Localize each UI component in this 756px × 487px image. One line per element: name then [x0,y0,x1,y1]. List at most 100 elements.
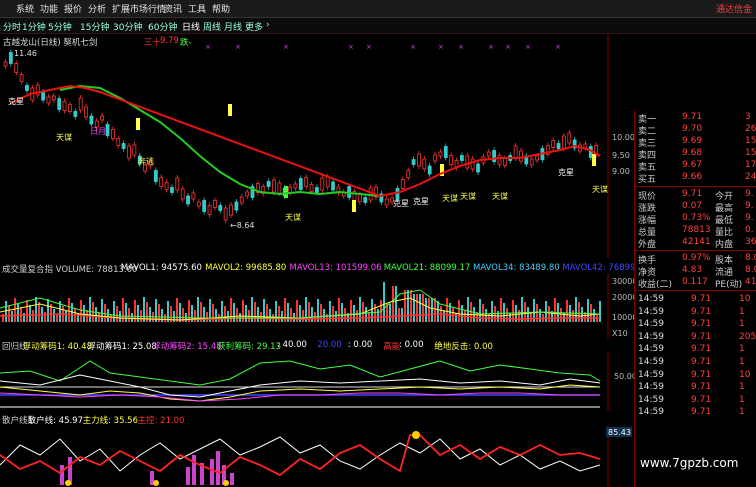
candlestick-chart[interactable]: × × × × × × × × × × × × 10.00 9.50 9.00 11.46 ←8… [0,34,634,258]
tab-30min[interactable]: 30分钟 [113,20,142,33]
tab-1min[interactable]: 1分钟 [22,20,46,33]
menu-item-quote[interactable]: 报价 [64,2,82,15]
volume-bar [245,305,247,322]
volume-bar [413,294,415,322]
price-axis-label: 10.00 [612,133,634,142]
volume-bar [176,298,178,322]
tab-5min[interactable]: 5分钟 [48,20,72,33]
indicator-header-item: : 0.00 [347,340,373,350]
tick-p: 9.71 [691,407,712,418]
annotation-label: 克星 [558,168,574,177]
order-book-row: 卖四 9.68 15 [635,148,756,161]
candle-body [68,104,72,112]
candle-body [41,91,45,101]
retail-axis-label: 85.43 [608,428,631,437]
candle-body [180,188,185,200]
quote-v: 4.83 [682,265,703,275]
candle-body [497,155,502,165]
volume-bar [443,311,445,322]
menu-item-tools[interactable]: 工具 [188,2,206,15]
quote-v2: 9. [745,201,754,211]
quote-v: 0.07 [682,201,703,211]
volume-bar [461,305,463,322]
indicator-header-item: : 40.00 [277,340,307,350]
face-marker [65,480,71,486]
annotation-label: 天谋 [285,212,301,222]
tab-15min[interactable]: 15分钟 [80,20,109,33]
candle-body [207,205,212,215]
menu-item-news[interactable]: 资讯 [164,2,182,15]
tab-weekly[interactable]: 周线 [203,20,221,33]
candle-body [427,165,432,175]
candle-body [3,61,8,67]
candle-body [513,145,518,159]
menu-item-help[interactable]: 帮助 [212,2,230,15]
candle-body [234,201,239,211]
menu-item-function[interactable]: 功能 [40,2,58,15]
tick-t: 14:59 [638,369,664,380]
quote-v2: 9. [745,189,754,199]
indicator-header-item: MAVOL2: 99685.80 [205,263,287,273]
volume-bar [419,294,421,322]
quote-v2: 41 [745,277,756,287]
quote-v2: 9. [745,213,754,223]
chip-chart[interactable]: 50.00 [0,351,634,411]
tick-t: 14:59 [638,331,664,342]
volume-bar [530,312,532,322]
brand-label: 通达信金 [715,5,752,15]
indicator-header-item: 主控: 21.00 [137,416,185,425]
candle-body [121,143,126,149]
volume-bar [458,300,460,322]
menu-item-system[interactable]: 系统 [16,2,34,15]
volume-bar [599,301,601,322]
menu-item-analysis[interactable]: 分析 [88,2,106,15]
tick-q: 10 [739,294,751,304]
volume-bar [32,310,34,322]
order-volume: 15 [745,136,756,146]
candle-body [239,196,244,204]
quote-v: 0.73% [682,213,711,223]
volume-bar [116,306,118,322]
tab-monthly[interactable]: 月线 [224,20,242,33]
tick-q: 1 [739,382,745,393]
retail-bar [186,467,190,485]
volume-bar [383,282,385,322]
volume-bar [68,298,70,322]
candle-body [470,158,475,170]
tick-p: 9.71 [691,294,712,304]
candle-body [159,177,164,187]
retail-chart[interactable]: 85.43 [0,425,634,487]
quote-row: 收益(二) 0.117 PE(动) 41 [635,277,756,290]
signal-candle [592,154,596,166]
volume-bar [53,309,55,322]
candle-body [229,204,233,216]
volume-bar [572,310,574,322]
volume-bar [179,303,181,322]
volume-bar [104,304,106,322]
volume-bar [401,308,403,322]
order-volume: 26 [745,124,756,134]
tab-more[interactable]: 更多 [245,20,263,33]
indicator-header-item: MAVOL13: 101599.06 [289,263,382,273]
indicator-header-item: MAVOL1: 94575.60 [120,263,202,273]
volume-bar [80,300,82,322]
volume-bar [416,294,418,322]
tab-daily[interactable]: 日线 [182,20,200,33]
chevron-right-icon[interactable]: › [266,20,270,30]
tab-60min[interactable]: 60分钟 [148,20,177,33]
tab-timeshare[interactable]: 分时 [3,20,21,33]
quote-row: 净资4.83流通8.09 [635,265,756,278]
candle-body [529,158,534,166]
candle-body [293,183,298,189]
candle-body [25,85,29,91]
candle-body [84,106,88,118]
signal-candle [228,104,232,116]
candle-body [583,143,588,149]
tick-q: 1 [739,306,745,317]
volume-bar [560,308,562,322]
tick-row: 14:59 9.71 1 [635,407,756,419]
menu-item-extended-market[interactable]: 扩展市场行情 [112,2,166,15]
candles [3,49,599,223]
volume-chart[interactable]: 30000 20000 10000 X10 [0,274,634,338]
candle-body [433,154,437,162]
